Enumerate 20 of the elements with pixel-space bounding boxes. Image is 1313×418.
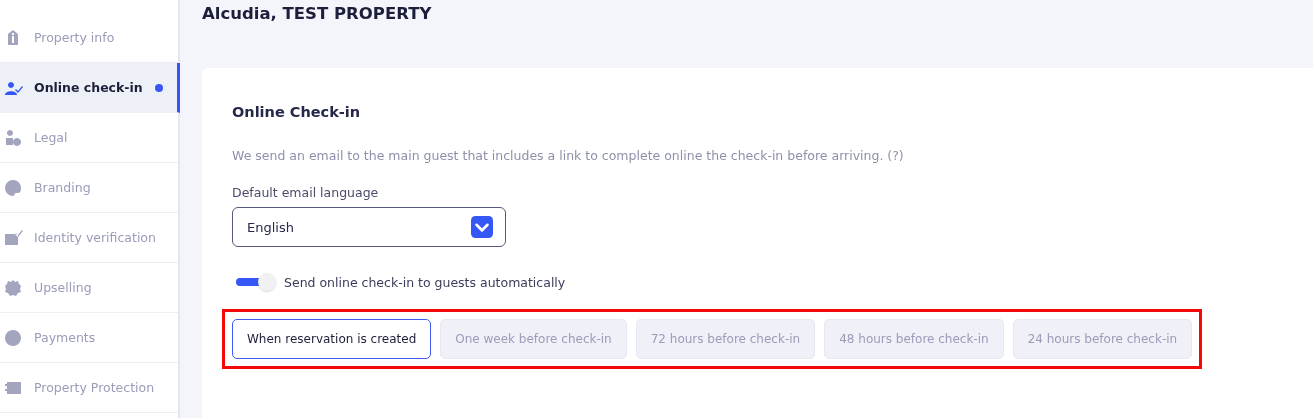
field-label: Default email language	[232, 185, 379, 200]
toggle-switch[interactable]	[236, 273, 276, 291]
sidebar-item[interactable]: Payments	[0, 313, 178, 363]
description-text: We send an email to the main guest that includes a link to complete online the check-in before arriving. (?)	[232, 148, 904, 163]
sidebar-item[interactable]: Upselling	[0, 263, 178, 313]
toggle-label: Send online check-in to guests automatically	[284, 274, 566, 290]
timing-option[interactable]: One week before check-in	[440, 319, 627, 359]
timing-option[interactable]: 24 hours before check-in	[1012, 319, 1193, 359]
sidebar-item[interactable]: Branding	[0, 163, 178, 213]
page-title: Alcudia, TEST PROPERTY	[202, 4, 433, 25]
language-select[interactable]: English	[232, 207, 506, 247]
chevron-down-icon	[471, 216, 493, 238]
sidebar-item[interactable]: Identity verification	[0, 213, 178, 263]
timing-option[interactable]: When reservation is created	[232, 319, 432, 359]
sidebar-item[interactable]: Legal	[0, 113, 178, 163]
timing-option[interactable]: 72 hours before check-in	[635, 319, 816, 359]
timing-option[interactable]: 48 hours before check-in	[824, 319, 1004, 359]
sidebar-item[interactable]: Online check-in	[0, 63, 180, 113]
sidebar-item[interactable]: Property Protection	[0, 363, 178, 413]
section-title: Online Check-in	[232, 104, 361, 120]
